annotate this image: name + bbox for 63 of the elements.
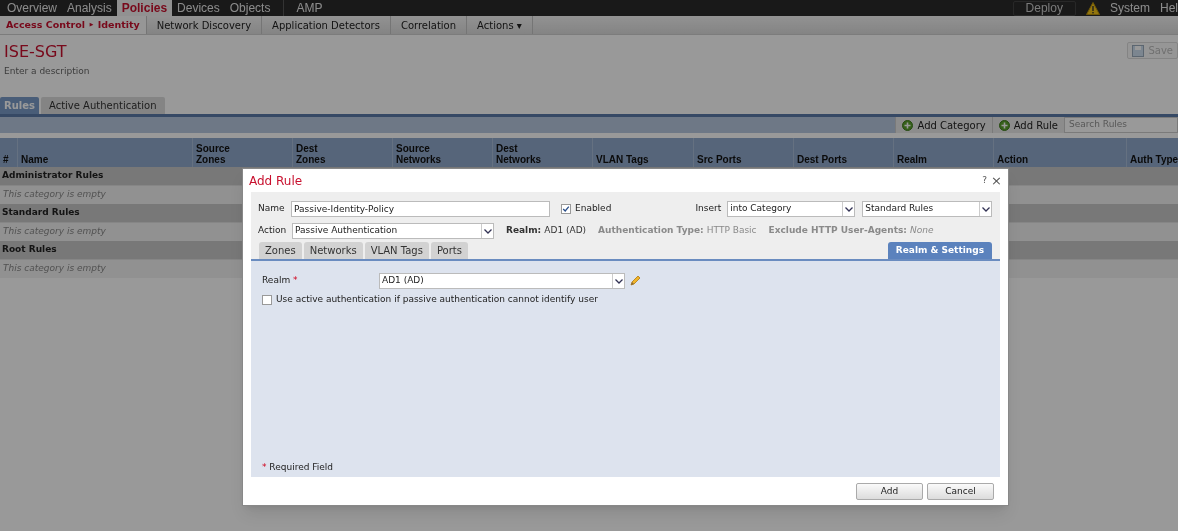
policy-tab[interactable]: Active Authentication <box>41 97 165 114</box>
column-header[interactable]: Action <box>997 154 1029 165</box>
nav-tab[interactable]: Devices <box>172 0 225 16</box>
subnav-tab[interactable]: Application Detectors <box>262 16 391 34</box>
column-header[interactable]: Dest Ports <box>797 154 847 165</box>
add-rule-button[interactable]: Add Rule <box>991 117 1064 133</box>
dialog-tab[interactable]: Ports <box>430 242 468 259</box>
summary-item: Realm: AD1 (AD) <box>506 224 587 238</box>
column-header[interactable]: Dest Zones <box>296 143 326 165</box>
pencil-icon[interactable] <box>629 275 641 287</box>
field-label: Name <box>258 202 286 216</box>
caret-icon <box>481 224 493 238</box>
subnav-tab[interactable]: Access Control ‣ Identity <box>0 16 147 34</box>
column-header[interactable]: Source Zones <box>196 143 230 165</box>
plus-icon <box>998 119 1010 131</box>
insert-position-dropdown[interactable]: into Category <box>727 201 856 217</box>
nav-tab[interactable]: Policies <box>116 0 173 16</box>
nav-tab[interactable]: Analysis <box>62 0 117 16</box>
realm-dropdown[interactable]: AD1 (AD) <box>379 273 625 289</box>
close-button[interactable]: × <box>991 174 1002 187</box>
column-header[interactable]: Source Networks <box>396 143 441 165</box>
caret-icon <box>979 202 992 216</box>
field-label: Insert <box>695 202 722 216</box>
checkbox[interactable] <box>561 204 571 214</box>
subnav-tab[interactable]: Network Discovery <box>146 16 263 34</box>
summary-item: Exclude HTTP User-Agents: None <box>768 224 934 238</box>
dialog-tab[interactable]: Zones <box>259 242 302 259</box>
deploy-button[interactable]: Deploy <box>1012 0 1076 16</box>
column-header[interactable]: # <box>3 154 9 165</box>
caret-icon <box>612 274 624 288</box>
help-button[interactable]: ? <box>982 176 988 185</box>
insert-category-dropdown[interactable]: Standard Rules <box>862 201 993 217</box>
column-header[interactable]: Realm <box>897 154 927 165</box>
dialog-tab[interactable]: Networks <box>303 242 363 259</box>
field-label: Action <box>258 224 288 238</box>
add-category-button[interactable]: Add Category <box>895 117 992 133</box>
dialog-button[interactable]: Add <box>856 483 923 500</box>
plus-icon <box>902 119 914 131</box>
column-header[interactable]: VLAN Tags <box>596 154 649 165</box>
name-field[interactable]: Passive-Identity-Policy <box>291 201 550 217</box>
action-dropdown[interactable]: Passive Authentication <box>292 223 494 239</box>
system-menu[interactable]: System <box>1109 0 1150 17</box>
subnav-tab[interactable]: Actions ▾ <box>467 16 533 34</box>
dialog-tab[interactable]: VLAN Tags <box>364 242 429 259</box>
checkbox-label: Enabled <box>575 202 612 216</box>
dialog-tab[interactable]: Realm & Settings <box>887 242 992 259</box>
column-header[interactable]: Name <box>21 154 49 165</box>
subnav-tab[interactable]: Correlation <box>390 16 468 34</box>
column-header[interactable]: Auth Type <box>1130 154 1178 165</box>
column-header[interactable]: Dest Networks <box>496 143 541 165</box>
nav-tab[interactable]: Objects <box>224 0 276 16</box>
checkbox-label: Use active authentication if passive authentication cannot identify user <box>276 293 598 306</box>
summary-item: Authentication Type: HTTP Basic <box>598 224 757 238</box>
required-field-note: * Required Field <box>262 460 335 474</box>
dialog-button[interactable]: Cancel <box>927 483 994 500</box>
nav-tab[interactable]: Overview <box>2 0 62 16</box>
description-field[interactable]: Enter a description <box>4 65 90 79</box>
caret-icon <box>842 202 855 216</box>
checkbox[interactable] <box>262 294 272 305</box>
column-header[interactable]: Src Ports <box>697 154 742 165</box>
policy-title: ISE-SGT <box>4 43 68 61</box>
warning-icon[interactable] <box>1085 1 1100 15</box>
search-field[interactable]: Search Rules <box>1064 117 1178 133</box>
